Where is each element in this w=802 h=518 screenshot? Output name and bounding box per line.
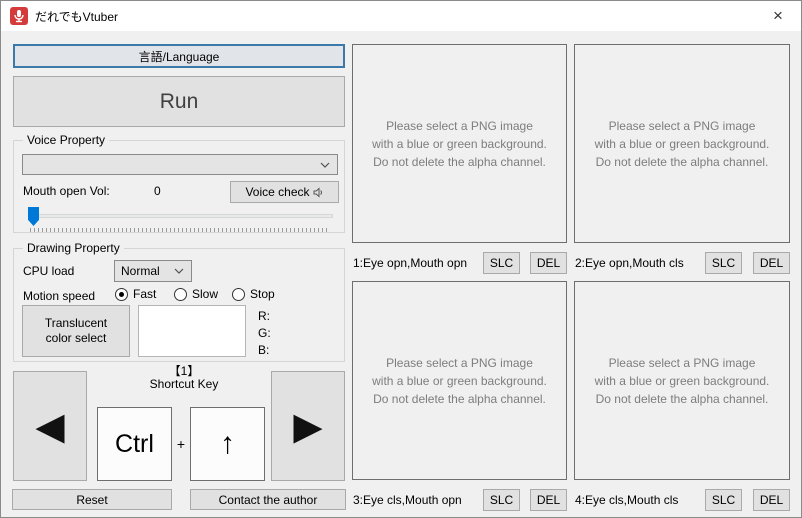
radio-fast-label: Fast (133, 287, 157, 301)
placeholder-line: Do not delete the alpha channel. (373, 391, 546, 406)
shortcut-key-title: Shortcut Key (149, 377, 219, 391)
slot-2-label: 2:Eye opn,Mouth cls (575, 256, 684, 270)
image-slot-panel-4: Please select a PNG image with a blue or… (574, 281, 790, 480)
mouth-open-vol-label: Mouth open Vol: (23, 184, 110, 198)
ctrl-key-label: Ctrl (115, 429, 154, 458)
radio-circle (174, 287, 187, 301)
slot-1-slc-button[interactable]: SLC (483, 252, 520, 274)
slot-4-slc-button[interactable]: SLC (705, 489, 742, 511)
placeholder-text: Please select a PNG image with a blue or… (595, 354, 770, 408)
cpu-load-value: Normal (121, 264, 160, 278)
radio-fast[interactable]: Fast (115, 287, 156, 301)
translucent-color-select-button[interactable]: Translucent color select (22, 305, 130, 357)
cpu-load-select[interactable]: Normal (114, 260, 192, 282)
placeholder-line: Do not delete the alpha channel. (373, 154, 546, 169)
mouth-vol-slider-thumb[interactable] (28, 207, 39, 226)
b-label: B: (258, 343, 270, 357)
prev-shortcut-button[interactable]: ◀ (13, 371, 87, 481)
slot-2-slc-button[interactable]: SLC (705, 252, 742, 274)
voice-check-button[interactable]: Voice check (230, 181, 339, 203)
plus-separator: + (176, 436, 186, 452)
placeholder-line: Please select a PNG image (386, 355, 533, 370)
slot-3-del-button[interactable]: DEL (530, 489, 567, 511)
speaker-icon (313, 186, 322, 198)
image-slot-panel-2: Please select a PNG image with a blue or… (574, 44, 790, 243)
mouth-vol-slider-track[interactable] (29, 214, 333, 218)
right-arrow-icon: ▶ (293, 405, 323, 448)
placeholder-line: with a blue or green background. (372, 136, 547, 151)
chevron-down-icon (320, 162, 330, 168)
placeholder-text: Please select a PNG image with a blue or… (372, 117, 547, 171)
image-slot-panel-3: Please select a PNG image with a blue or… (352, 281, 567, 480)
chevron-down-icon (174, 268, 184, 274)
placeholder-line: Do not delete the alpha channel. (595, 391, 769, 406)
reset-button[interactable]: Reset (12, 489, 172, 510)
next-shortcut-button[interactable]: ▶ (271, 371, 345, 481)
drawing-property-group: Drawing Property CPU load Normal Motion … (13, 241, 345, 362)
r-label: R: (258, 309, 270, 323)
window-title: だれでもVtuber (35, 9, 118, 24)
placeholder-text: Please select a PNG image with a blue or… (595, 117, 770, 171)
translucent-color-preview (138, 305, 246, 357)
motion-speed-label: Motion speed (23, 289, 96, 303)
language-button[interactable]: 言語/Language (13, 44, 345, 68)
close-icon[interactable]: × (755, 1, 801, 30)
voice-property-legend: Voice Property (23, 133, 110, 147)
radio-slow[interactable]: Slow (174, 287, 218, 301)
g-label: G: (258, 326, 271, 340)
left-arrow-icon: ◀ (35, 405, 65, 448)
placeholder-line: Please select a PNG image (386, 118, 533, 133)
placeholder-line: Please select a PNG image (608, 118, 756, 133)
title-bar: だれでもVtuber × (1, 1, 801, 31)
radio-circle (232, 287, 245, 301)
placeholder-line: Do not delete the alpha channel. (595, 154, 769, 169)
placeholder-line: Please select a PNG image (608, 355, 756, 370)
radio-slow-label: Slow (192, 287, 219, 301)
voice-device-select[interactable] (22, 154, 338, 175)
slider-tick-marks (30, 228, 330, 232)
drawing-property-legend: Drawing Property (23, 241, 124, 255)
up-arrow-icon: ↑ (220, 427, 235, 460)
slot-4-del-button[interactable]: DEL (753, 489, 790, 511)
radio-circle (115, 287, 128, 301)
slot-2-del-button[interactable]: DEL (753, 252, 790, 274)
placeholder-line: with a blue or green background. (372, 373, 547, 388)
slot-1-del-button[interactable]: DEL (530, 252, 567, 274)
voice-check-label: Voice check (245, 185, 310, 199)
app-icon (10, 7, 28, 25)
radio-stop[interactable]: Stop (232, 287, 275, 301)
shortcut-key-up[interactable]: ↑ (190, 407, 265, 481)
image-slot-panel-1: Please select a PNG image with a blue or… (352, 44, 567, 243)
slot-3-label: 3:Eye cls,Mouth opn (353, 493, 462, 507)
slot-4-label: 4:Eye cls,Mouth cls (575, 493, 679, 507)
voice-property-group: Voice Property Mouth open Vol: 0 Voice c… (13, 133, 345, 233)
cpu-load-label: CPU load (23, 264, 75, 278)
slot-1-label: 1:Eye opn,Mouth opn (353, 256, 468, 270)
slot-3-slc-button[interactable]: SLC (483, 489, 520, 511)
run-button[interactable]: Run (13, 76, 345, 127)
contact-author-button[interactable]: Contact the author (190, 489, 346, 510)
placeholder-line: with a blue or green background. (594, 136, 770, 151)
radio-stop-label: Stop (250, 287, 275, 301)
placeholder-text: Please select a PNG image with a blue or… (372, 354, 547, 408)
shortcut-key-header: 【1】 Shortcut Key (97, 365, 271, 391)
shortcut-key-ctrl[interactable]: Ctrl (97, 407, 172, 481)
mouth-open-vol-value: 0 (154, 184, 161, 198)
app-window: だれでもVtuber × 言語/Language Run Voice Prope… (0, 0, 802, 518)
placeholder-line: with a blue or green background. (594, 373, 770, 388)
